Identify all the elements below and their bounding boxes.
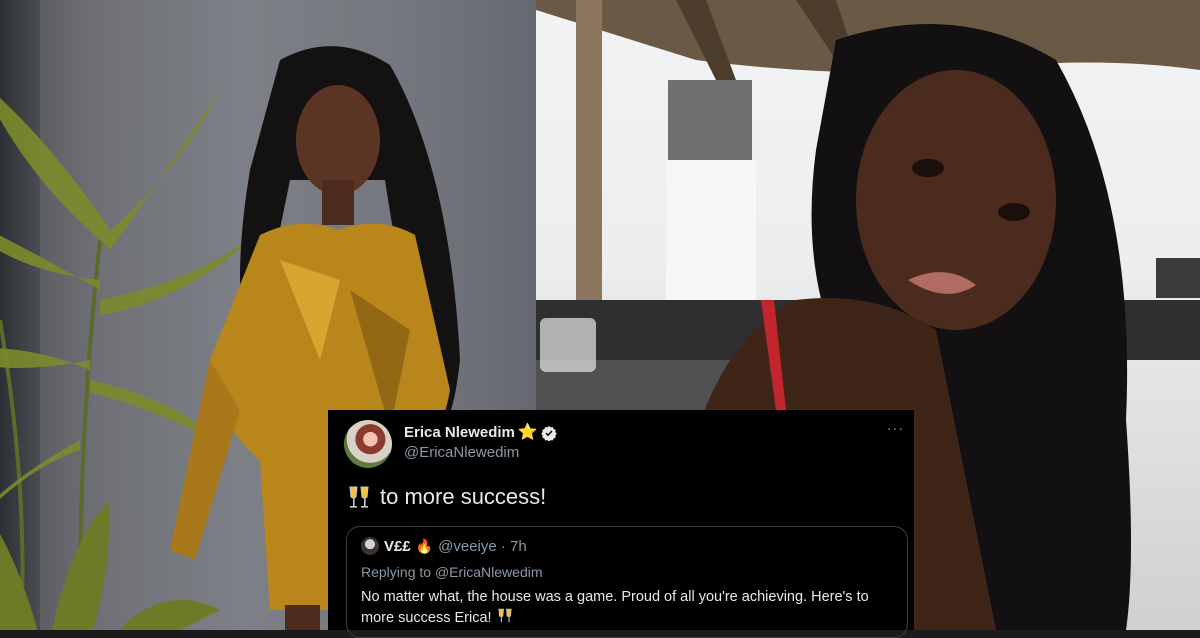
quoted-avatar[interactable] xyxy=(361,537,379,555)
quoted-name[interactable]: V££ xyxy=(384,538,411,555)
quoted-handle-time[interactable]: @veeiye · 7h xyxy=(438,538,527,555)
more-options-icon[interactable]: ··· xyxy=(887,420,904,436)
author-name-row: Erica Nlewedim ⭐ xyxy=(404,424,557,441)
author-avatar[interactable] xyxy=(344,420,392,468)
replying-mention[interactable]: @EricaNlewedim xyxy=(435,564,543,580)
quoted-header: V££ 🔥 @veeiye · 7h xyxy=(361,537,527,555)
clinking-glasses-icon xyxy=(497,608,512,623)
replying-prefix: Replying to xyxy=(361,564,432,580)
quoted-text: No matter what, the house was a game. Pr… xyxy=(361,587,901,628)
tweet-body: to more success! xyxy=(346,484,546,510)
replying-to-line: Replying to @EricaNlewedim xyxy=(361,564,543,580)
star-icon: ⭐ xyxy=(517,423,538,441)
clinking-glasses-icon xyxy=(349,486,369,508)
quoted-tweet[interactable]: V££ 🔥 @veeiye · 7h Replying to @EricaNle… xyxy=(346,526,908,638)
verified-badge-icon xyxy=(541,425,557,441)
tweet-card[interactable]: Erica Nlewedim ⭐ @EricaNlewedim ··· to m… xyxy=(328,410,914,638)
author-name[interactable]: Erica Nlewedim xyxy=(404,424,515,441)
tweet-text: to more success! xyxy=(380,484,547,509)
fire-icon: 🔥 xyxy=(415,537,434,554)
quoted-text-body: No matter what, the house was a game. Pr… xyxy=(361,589,869,626)
author-handle[interactable]: @EricaNlewedim xyxy=(404,444,519,461)
